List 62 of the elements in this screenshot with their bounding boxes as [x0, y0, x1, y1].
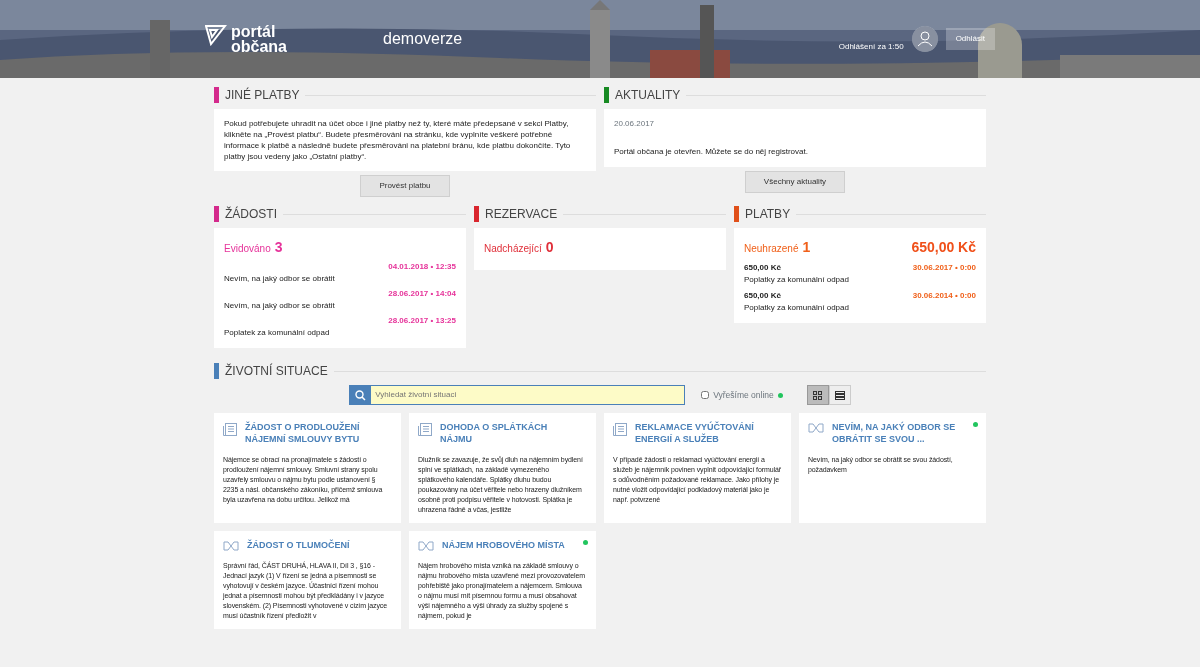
grid-view-button[interactable] [806, 385, 829, 405]
section-title: ŽÁDOSTI [225, 205, 277, 223]
request-date: 04.01.2018 • 12:35 [387, 261, 456, 273]
search-icon [355, 389, 367, 401]
payment-date: 30.06.2017 • 0:00 [912, 262, 976, 274]
online-checkbox[interactable] [701, 391, 710, 399]
search-field[interactable]: Vyhledat životní situaci [349, 385, 686, 405]
bow-tie-icon [418, 541, 434, 551]
list-icon [834, 390, 845, 400]
request-date: 28.06.2017 • 14:04 [387, 288, 456, 300]
request-name: Nevím, na jaký odbor se obrátit [224, 273, 336, 285]
request-name: Nevím, na jaký odbor se obrátit [224, 300, 336, 312]
card-title: REKLAMACE VYÚČTOVÁNÍ ENERGIÍ A SLUŽEB [635, 421, 755, 445]
section-title: ŽIVOTNÍ SITUACE [225, 362, 328, 380]
payment-amount: 650,00 Kč [744, 290, 781, 302]
payment-date: 30.06.2014 • 0:00 [912, 290, 976, 302]
online-dot-icon [777, 392, 783, 398]
status-label: Neuhrazené [744, 242, 799, 256]
status-label: Evidováno [224, 242, 271, 256]
status-count: 1 [802, 238, 811, 257]
situation-card[interactable] [214, 531, 401, 629]
bow-tie-icon [808, 423, 824, 433]
document-icon [613, 423, 627, 436]
payment-amount: 650,00 Kč [744, 262, 781, 274]
request-name: Poplatek za komunální odpad [224, 327, 331, 339]
payments-total: 650,00 Kč [911, 238, 976, 257]
info-text: Pokud potřebujete uhradit na účet obce i jiné platby než ty, které máte předepsané v sekci Platby, klikněte na „Provést platbu“. Budete přesměrováni na stránku, kde vyplníte veškeré potřebné informace k platbě a následně budete přesměrováni na platební bránu, kde platbu dokončíte. Tyto platby jsou vedeny jako „Ostatní platby“. [224, 118, 572, 162]
logo-text: občana [231, 39, 287, 54]
site-subtitle: demoverze [382, 29, 463, 49]
section-title: REZERVACE [485, 206, 558, 223]
payment-name: Poplatky za komunální odpad [744, 274, 850, 286]
status-count: 3 [274, 238, 283, 257]
bow-tie-icon [223, 541, 239, 551]
section-title: JINÉ PLATBY [225, 86, 300, 104]
pay-button[interactable]: Provést platbu [360, 175, 450, 197]
card-title: NÁJEM HROBOVÉHO MÍSTA [442, 539, 566, 551]
section-title: AKTUALITY [615, 87, 681, 104]
section-title: PLATBY [745, 206, 791, 223]
payment-name: Poplatky za komunální odpad [744, 302, 850, 314]
situation-card[interactable] [604, 413, 791, 523]
news-text: Portál občana je otevřen. Můžete se do něj registrovat. [614, 146, 809, 158]
grid-icon [813, 390, 823, 400]
situation-card[interactable] [214, 413, 401, 523]
status-label: Nadcházející [484, 242, 542, 256]
news-date: 20.06.2017 [614, 118, 656, 130]
logo-icon [205, 24, 227, 46]
situation-card[interactable] [409, 531, 596, 629]
card-title: NEVÍM, NA JAKÝ ODBOR SE OBRÁTIT SE SVOU ... [832, 421, 957, 445]
document-icon [223, 423, 237, 436]
card-title: DOHODA O SPLÁTKÁCH NÁJMU [440, 421, 549, 445]
logo-text: portál [231, 24, 277, 39]
all-news-button[interactable]: Všechny aktuality [744, 171, 846, 193]
list-view-button[interactable] [828, 385, 851, 405]
logout-timer: Odhlášení za 1:50 [838, 41, 904, 53]
user-avatar-icon [911, 26, 938, 52]
status-count: 0 [545, 238, 554, 257]
card-title: ŽÁDOST O PRODLOUŽENÍ NÁJEMNÍ SMLOUVY BYTU [245, 421, 361, 445]
request-date: 28.06.2017 • 13:25 [387, 315, 456, 327]
online-filter-label: Vyřešíme online [713, 388, 774, 402]
card-title: ŽÁDOST O TLUMOČENÍ [247, 539, 351, 551]
document-icon [418, 423, 432, 436]
situation-card[interactable] [409, 413, 596, 523]
